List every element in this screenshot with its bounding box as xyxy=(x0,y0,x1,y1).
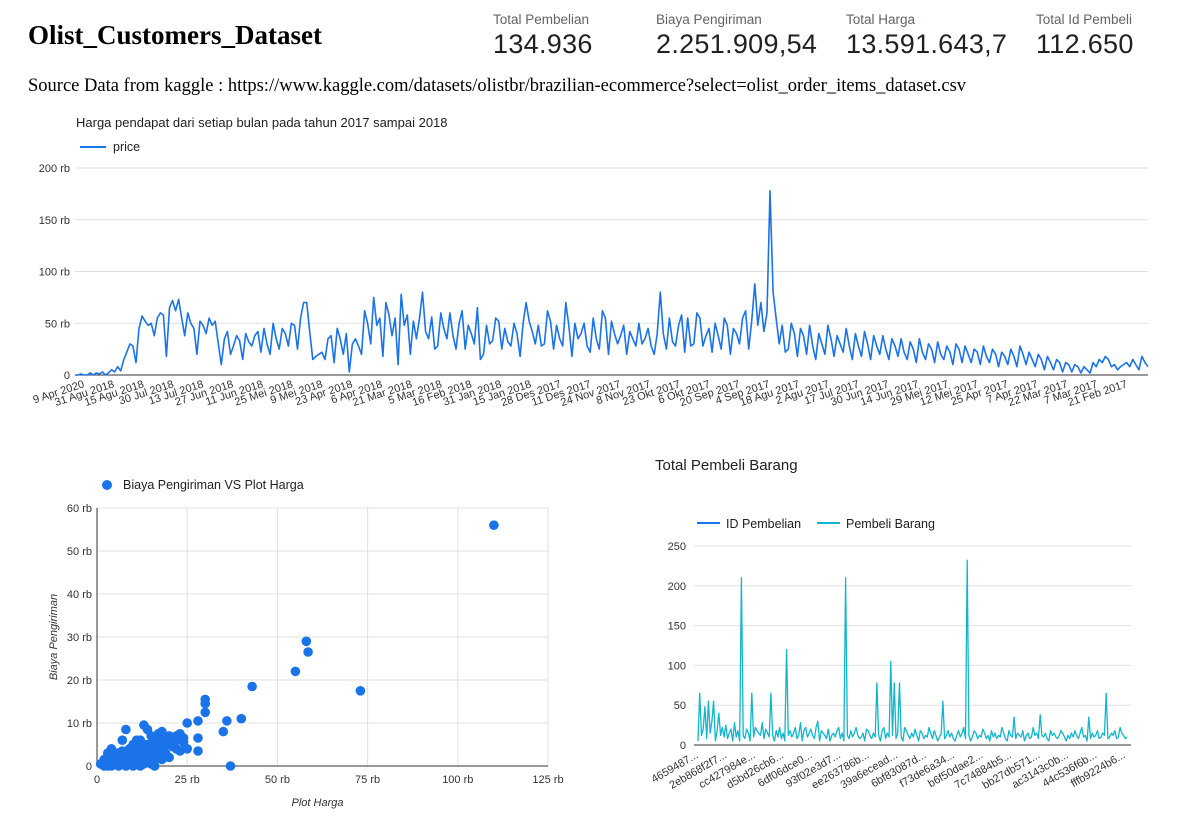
chart-title: Total Pembeli Barang xyxy=(655,457,798,474)
scatter-point[interactable] xyxy=(182,744,192,754)
y-tick-label: 150 xyxy=(668,621,686,633)
scatter-point[interactable] xyxy=(117,735,128,745)
scatter-point[interactable] xyxy=(193,746,203,756)
scatter-point[interactable] xyxy=(489,520,499,530)
y-tick-label: 0 xyxy=(64,370,70,382)
scatter-point[interactable] xyxy=(301,636,312,647)
scatter-point[interactable] xyxy=(121,724,131,735)
y-tick-label: 200 xyxy=(668,581,686,593)
y-tick-label: 200 rb xyxy=(39,163,70,175)
x-tick-label: 75 rb xyxy=(355,774,380,786)
scatter-point[interactable] xyxy=(149,761,160,771)
y-tick-label: 150 rb xyxy=(39,215,70,227)
y-tick-label: 50 xyxy=(674,700,686,712)
scatter-point[interactable] xyxy=(178,733,189,743)
scatter-point[interactable] xyxy=(236,713,247,724)
y-tick-label: 100 rb xyxy=(39,267,70,279)
scatter-point[interactable] xyxy=(95,759,106,769)
legend-label: ID Pembelian xyxy=(726,517,801,531)
x-tick-label: 50 rb xyxy=(265,774,290,786)
y-tick-label: 50 rb xyxy=(67,546,92,558)
y-tick-label: 100 xyxy=(668,660,686,672)
charts-canvas[interactable]: Harga pendapat dari setiap bulan pada ta… xyxy=(0,0,1192,836)
y-tick-label: 10 rb xyxy=(67,718,92,730)
chart-title: Harga pendapat dari setiap bulan pada ta… xyxy=(76,115,448,130)
x-tick-label: 0 xyxy=(94,774,100,786)
scatter-point[interactable] xyxy=(303,647,313,657)
y-tick-label: 0 xyxy=(680,740,686,752)
y-tick-label: 30 rb xyxy=(67,632,92,644)
legend-label: Pembeli Barang xyxy=(846,517,935,531)
legend-dot xyxy=(102,480,112,490)
scatter-point[interactable] xyxy=(200,707,210,718)
scatter-point[interactable] xyxy=(164,752,174,763)
y-tick-label: 50 rb xyxy=(45,318,70,330)
shipping-vs-price-scatter-chart[interactable]: Biaya Pengiriman VS Plot Harga 0 10 rb 20 r… xyxy=(48,478,564,809)
scatter-point[interactable] xyxy=(355,686,366,696)
scatter-point[interactable] xyxy=(218,726,229,737)
y-tick-label: 0 xyxy=(86,761,92,773)
y-tick-label: 20 rb xyxy=(67,675,92,687)
scatter-point[interactable] xyxy=(106,744,117,754)
scatter-point[interactable] xyxy=(139,720,149,730)
scatter-point[interactable] xyxy=(182,718,192,728)
revenue-line-chart[interactable]: Harga pendapat dari setiap bulan pada ta… xyxy=(32,115,1149,409)
x-tick-label: 125 rb xyxy=(532,774,563,786)
scatter-point[interactable] xyxy=(290,666,301,677)
scatter-point[interactable] xyxy=(247,681,257,692)
y-tick-label: 60 rb xyxy=(67,503,92,515)
y-axis-title: Biaya Pengiriman xyxy=(48,594,60,680)
scatter-point[interactable] xyxy=(200,698,210,709)
y-tick-label: 40 rb xyxy=(67,589,92,601)
scatter-point[interactable] xyxy=(193,716,203,726)
pembeli-barang-series-line[interactable] xyxy=(697,559,1128,742)
scatter-point[interactable] xyxy=(225,761,236,771)
legend-label: Biaya Pengiriman VS Plot Harga xyxy=(123,478,304,492)
price-series-line[interactable] xyxy=(75,190,1149,376)
x-axis-title: Plot Harga xyxy=(292,797,344,809)
scatter-point[interactable] xyxy=(193,733,203,743)
x-tick-label: 21 Feb 2017 xyxy=(1066,378,1128,409)
x-tick-label: 100 rb xyxy=(442,774,473,786)
buyer-line-chart[interactable]: Total Pembeli Barang ID Pembelian Pembeli … xyxy=(649,457,1131,792)
legend-label: price xyxy=(113,140,140,154)
x-tick-label: 25 rb xyxy=(175,774,200,786)
y-tick-label: 250 xyxy=(668,541,686,553)
scatter-point[interactable] xyxy=(222,716,232,726)
